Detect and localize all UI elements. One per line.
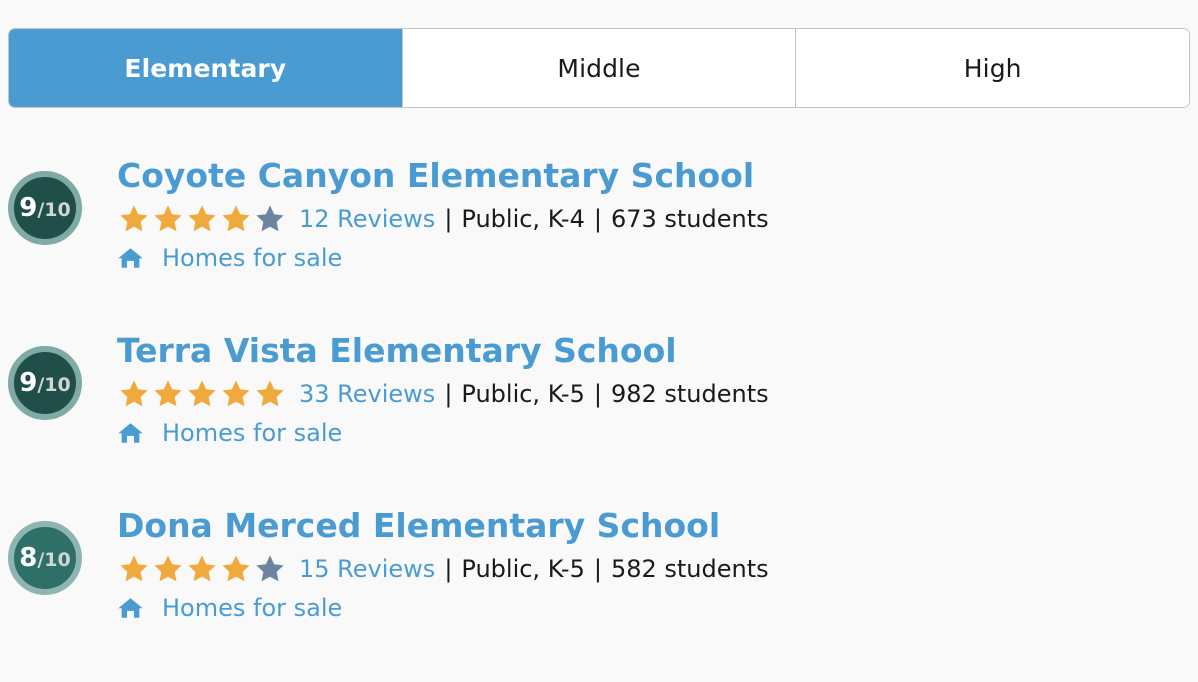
meta-separator: | — [593, 204, 602, 233]
tab-high[interactable]: High — [796, 29, 1189, 107]
rating-outof: /10 — [37, 549, 71, 571]
star-filled-icon — [151, 553, 185, 585]
star-rating — [117, 378, 287, 410]
star-filled-icon — [219, 203, 253, 235]
school-info: Terra Vista Elementary School 33 Reviews |… — [117, 332, 1188, 450]
homes-for-sale-link[interactable]: Homes for sale — [117, 594, 342, 622]
school-meta: 15 Reviews | Public, K-5 | 582 students — [117, 553, 1188, 585]
star-filled-icon — [151, 203, 185, 235]
reviews-link[interactable]: 33 Reviews — [299, 380, 435, 408]
school-type-grades: Public, K-5 — [461, 379, 585, 408]
rating-score: 9 — [19, 193, 38, 223]
star-filled-icon — [151, 378, 185, 410]
school-name-link[interactable]: Dona Merced Elementary School — [117, 507, 1188, 545]
school-row: 9/10 Terra Vista Elementary School 33 Revi… — [0, 332, 1198, 507]
home-icon — [117, 420, 153, 446]
school-info: Dona Merced Elementary School 15 Reviews |… — [117, 507, 1188, 625]
star-rating — [117, 553, 287, 585]
home-icon — [117, 595, 153, 621]
reviews-link[interactable]: 12 Reviews — [299, 205, 435, 233]
school-type-grades: Public, K-5 — [461, 554, 585, 583]
school-student-count: 582 students — [610, 554, 769, 583]
star-filled-icon — [117, 378, 151, 410]
school-name-link[interactable]: Terra Vista Elementary School — [117, 332, 1188, 370]
school-meta: 12 Reviews | Public, K-4 | 673 students — [117, 203, 1188, 235]
reviews-link[interactable]: 15 Reviews — [299, 555, 435, 583]
rating-outof: /10 — [37, 374, 71, 396]
school-list: 9/10 Coyote Canyon Elementary School 12 Re… — [0, 157, 1198, 682]
star-filled-icon — [185, 203, 219, 235]
school-student-count: 673 students — [610, 204, 769, 233]
meta-separator: | — [593, 554, 602, 583]
meta-separator: | — [593, 379, 602, 408]
school-level-tabs: Elementary Middle High — [8, 28, 1190, 108]
homes-for-sale-label: Homes for sale — [162, 243, 343, 272]
tab-label: High — [963, 53, 1022, 83]
star-filled-icon — [219, 378, 253, 410]
star-empty-icon — [253, 553, 287, 585]
rating-outof: /10 — [37, 199, 71, 221]
school-rating-badge: 9/10 — [8, 346, 82, 420]
school-student-count: 982 students — [610, 379, 769, 408]
school-rating-badge: 9/10 — [8, 171, 82, 245]
school-name-link[interactable]: Coyote Canyon Elementary School — [117, 157, 1188, 195]
tab-label: Elementary — [124, 53, 287, 83]
homes-for-sale-label: Homes for sale — [162, 418, 343, 447]
star-rating — [117, 203, 287, 235]
home-icon — [117, 245, 153, 271]
star-filled-icon — [185, 378, 219, 410]
school-meta: 33 Reviews | Public, K-5 | 982 students — [117, 378, 1188, 410]
school-type-grades: Public, K-4 — [461, 204, 585, 233]
star-filled-icon — [185, 553, 219, 585]
star-filled-icon — [117, 553, 151, 585]
meta-separator: | — [444, 379, 453, 408]
school-info: Coyote Canyon Elementary School 12 Review… — [117, 157, 1188, 275]
star-filled-icon — [219, 553, 253, 585]
homes-for-sale-link[interactable]: Homes for sale — [117, 244, 342, 272]
tab-middle[interactable]: Middle — [402, 29, 797, 107]
tab-label: Middle — [557, 53, 641, 83]
school-row: 9/10 Coyote Canyon Elementary School 12 Re… — [0, 157, 1198, 332]
star-empty-icon — [253, 203, 287, 235]
meta-separator: | — [444, 554, 453, 583]
rating-score: 8 — [19, 543, 38, 573]
rating-score: 9 — [19, 368, 38, 398]
homes-for-sale-link[interactable]: Homes for sale — [117, 419, 342, 447]
star-filled-icon — [253, 378, 287, 410]
school-rating-badge: 8/10 — [8, 521, 82, 595]
school-row: 8/10 Dona Merced Elementary School 15 Revi… — [0, 507, 1198, 682]
tab-elementary[interactable]: Elementary — [9, 29, 403, 107]
star-filled-icon — [117, 203, 151, 235]
homes-for-sale-label: Homes for sale — [162, 593, 343, 622]
meta-separator: | — [444, 204, 453, 233]
